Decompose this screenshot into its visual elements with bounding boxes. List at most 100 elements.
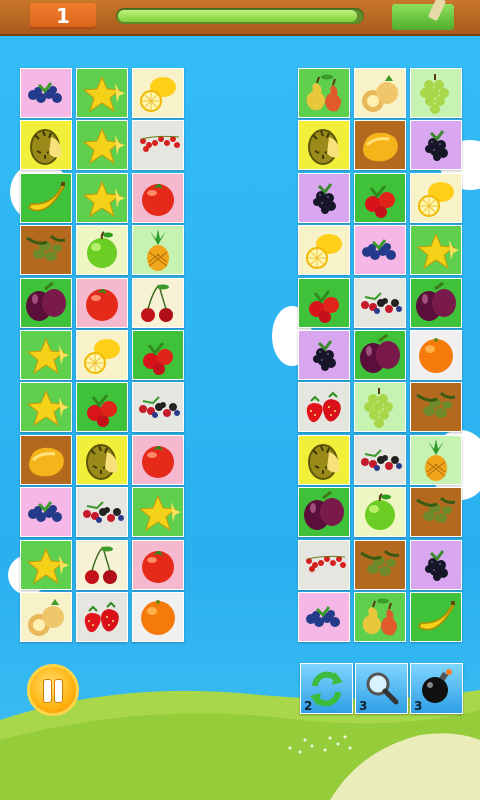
tile-plum[interactable] [298, 487, 350, 537]
tile-blackberry[interactable] [298, 330, 350, 380]
tile-blackberry[interactable] [410, 120, 462, 170]
tile-starfruit[interactable] [76, 68, 128, 118]
tile-olive[interactable] [410, 487, 462, 537]
tile-plum[interactable] [354, 330, 406, 380]
tile-starfruit[interactable] [20, 382, 72, 432]
strawberry-icon [84, 601, 119, 633]
shuffle-button[interactable]: 2 [300, 663, 353, 714]
tile-banana[interactable] [410, 592, 462, 642]
tile-durian[interactable] [20, 120, 72, 170]
tile-tomato[interactable] [132, 435, 184, 485]
tile-starfruit[interactable] [410, 225, 462, 275]
tile-olive[interactable] [410, 382, 462, 432]
tile-kiwano[interactable] [20, 592, 72, 642]
tile-pear[interactable] [298, 68, 350, 118]
tile-blueberry[interactable] [354, 225, 406, 275]
tile-lemon[interactable] [132, 68, 184, 118]
tile-rosehip[interactable] [76, 382, 128, 432]
berrymix-icon [83, 501, 124, 523]
tile-blackberry[interactable] [298, 173, 350, 223]
berrymix-icon [139, 396, 180, 418]
rosehip-icon [309, 290, 339, 323]
tile-lemon[interactable] [76, 330, 128, 380]
pause-button[interactable] [27, 664, 79, 716]
blackberry-icon [313, 340, 336, 371]
plum-icon [26, 281, 66, 321]
tile-apple[interactable] [354, 487, 406, 537]
menu-button[interactable] [392, 4, 454, 30]
tile-berrymix[interactable] [354, 435, 406, 485]
tile-olive[interactable] [354, 540, 406, 590]
tile-starfruit[interactable] [76, 120, 128, 170]
tile-blackberry[interactable] [410, 540, 462, 590]
tile-orange[interactable] [132, 592, 184, 642]
banana-icon [28, 182, 65, 212]
rosehip-icon [143, 342, 173, 375]
tile-durian[interactable] [76, 435, 128, 485]
tile-grape[interactable] [354, 382, 406, 432]
hint-count: 3 [359, 699, 368, 713]
tile-blueberry[interactable] [20, 487, 72, 537]
pause-icon [44, 680, 51, 702]
tile-plum[interactable] [20, 278, 72, 328]
berrymix-icon [361, 292, 402, 314]
tile-olive[interactable] [20, 225, 72, 275]
top-bar: 1 [0, 0, 480, 36]
tile-redcurrant[interactable] [132, 120, 184, 170]
kiwano-icon [362, 75, 398, 112]
tile-orange[interactable] [410, 330, 462, 380]
plum-icon [360, 333, 400, 373]
tile-durian[interactable] [298, 120, 350, 170]
apple-icon [87, 231, 117, 268]
tile-blueberry[interactable] [298, 592, 350, 642]
tile-blueberry[interactable] [20, 68, 72, 118]
bomb-button[interactable]: 3 [410, 663, 463, 714]
tile-grape[interactable] [410, 68, 462, 118]
tile-lemon[interactable] [410, 173, 462, 223]
tile-berrymix[interactable] [132, 382, 184, 432]
tile-rosehip[interactable] [132, 330, 184, 380]
lemon-icon [84, 339, 120, 374]
plum-icon [304, 490, 344, 530]
olive-icon [416, 391, 456, 418]
tile-plum[interactable] [410, 278, 462, 328]
hint-button[interactable]: 3 [355, 663, 408, 714]
tile-berrymix[interactable] [76, 487, 128, 537]
bomb-count: 3 [414, 699, 423, 713]
rosehip-icon [365, 185, 395, 218]
pause-icon [55, 680, 62, 702]
tile-lemon[interactable] [298, 225, 350, 275]
tile-tomato[interactable] [132, 173, 184, 223]
time-progress-fill [118, 10, 357, 22]
tile-starfruit[interactable] [20, 330, 72, 380]
tile-pear[interactable] [354, 592, 406, 642]
tile-rosehip[interactable] [298, 278, 350, 328]
tile-pineapple[interactable] [410, 435, 462, 485]
tile-rosehip[interactable] [354, 173, 406, 223]
tile-durian[interactable] [298, 435, 350, 485]
redcurrant-icon [140, 135, 180, 152]
tile-redcurrant[interactable] [298, 540, 350, 590]
tile-tomato[interactable] [76, 278, 128, 328]
tile-cherry[interactable] [76, 540, 128, 590]
tile-apple[interactable] [76, 225, 128, 275]
tile-cherry[interactable] [132, 278, 184, 328]
starfruit-icon [138, 494, 181, 532]
tile-banana[interactable] [20, 173, 72, 223]
tile-starfruit[interactable] [132, 487, 184, 537]
meadow-hill [0, 690, 480, 800]
tile-mango[interactable] [354, 120, 406, 170]
tile-tomato[interactable] [132, 540, 184, 590]
olive-icon [360, 549, 400, 576]
tile-strawberry[interactable] [76, 592, 128, 642]
tile-berrymix[interactable] [354, 278, 406, 328]
tile-strawberry[interactable] [298, 382, 350, 432]
mango-icon [29, 447, 64, 477]
tile-starfruit[interactable] [20, 540, 72, 590]
tile-kiwano[interactable] [354, 68, 406, 118]
grape-icon [364, 388, 393, 428]
tile-starfruit[interactable] [76, 173, 128, 223]
tile-mango[interactable] [20, 435, 72, 485]
tile-pineapple[interactable] [132, 225, 184, 275]
lemon-icon [306, 234, 342, 269]
